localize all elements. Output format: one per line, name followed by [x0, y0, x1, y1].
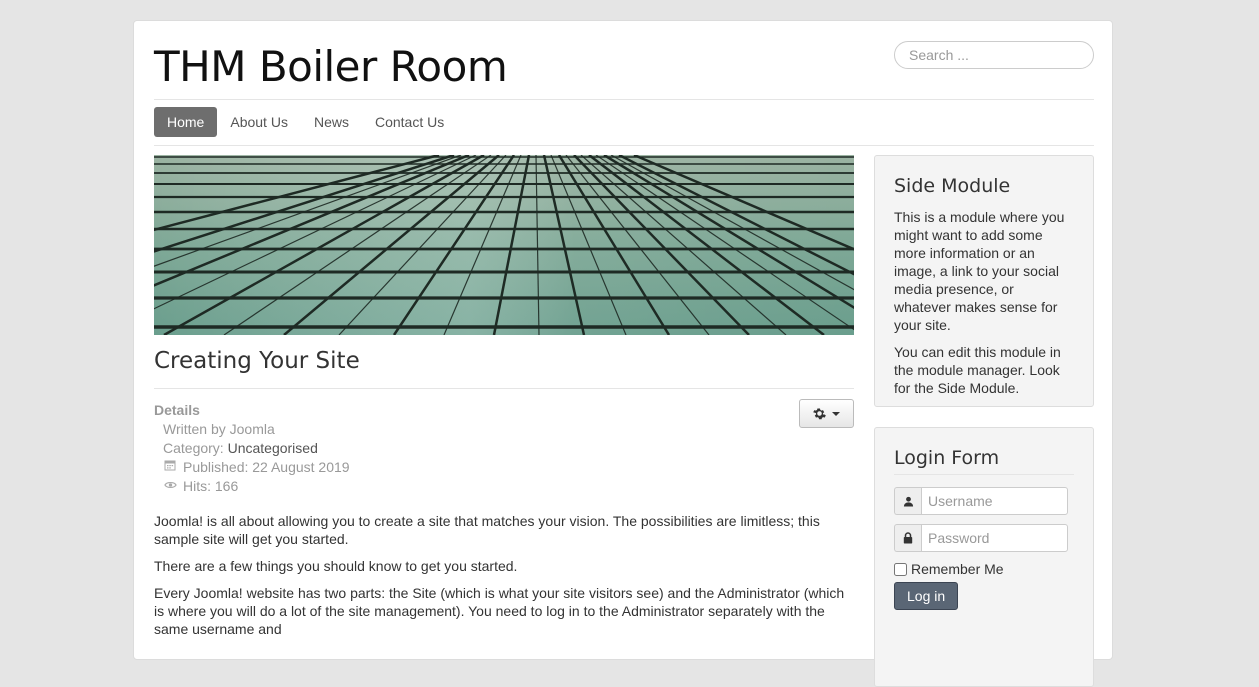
- login-button[interactable]: Log in: [894, 582, 959, 610]
- side-module-paragraph: You can edit this module in the module m…: [894, 344, 1061, 396]
- nav-item-home[interactable]: Home: [154, 107, 218, 137]
- nav-item-about-us[interactable]: About Us: [217, 107, 301, 137]
- nav-item-contact-us[interactable]: Contact Us: [362, 107, 457, 137]
- search-input[interactable]: [894, 41, 1094, 69]
- password-row: [894, 524, 1068, 552]
- details-heading: Details: [154, 402, 200, 418]
- article-tools-button[interactable]: [799, 399, 854, 428]
- banner-image: [154, 155, 854, 335]
- article-paragraph: There are a few things you should know t…: [154, 558, 518, 574]
- site-title[interactable]: THM Boiler Room: [154, 41, 508, 93]
- remember-me-checkbox[interactable]: [894, 562, 907, 576]
- details-author: Written by Joomla: [154, 420, 350, 439]
- chevron-down-icon: [832, 411, 840, 416]
- lock-icon: [894, 524, 921, 552]
- nav-divider: [154, 145, 1094, 146]
- article-paragraph: Joomla! is all about allowing you to cre…: [154, 513, 820, 547]
- author-text: Written by Joomla: [163, 421, 275, 437]
- user-icon: [894, 487, 921, 515]
- side-module-paragraph: This is a module where you might want to…: [894, 209, 1065, 333]
- details-category: Category: Uncategorised: [154, 439, 350, 458]
- nav-item-news[interactable]: News: [301, 107, 362, 137]
- login-form-title: Login Form: [894, 446, 1074, 475]
- page-container: THM Boiler Room Home About Us News Conta…: [133, 20, 1113, 687]
- article-body: Joomla! is all about allowing you to cre…: [154, 512, 854, 647]
- category-link[interactable]: Uncategorised: [228, 440, 318, 456]
- article-title[interactable]: Creating Your Site: [154, 347, 360, 375]
- header-divider: [154, 99, 1094, 100]
- eye-icon: [163, 477, 177, 496]
- remember-me-label: Remember Me: [911, 561, 1004, 577]
- article-title-divider: [154, 388, 854, 389]
- details-published: Published: 22 August 2019: [154, 458, 350, 477]
- article-details: Details Written by Joomla Category: Unca…: [154, 401, 350, 496]
- gear-icon: [813, 408, 826, 420]
- hits-text: Hits: 166: [183, 478, 239, 494]
- category-label: Category:: [163, 440, 228, 456]
- details-hits: Hits: 166: [154, 477, 350, 496]
- article-paragraph: Every Joomla! website has two parts: the…: [154, 585, 845, 637]
- side-module-title: Side Module: [894, 175, 1011, 197]
- main-nav: Home About Us News Contact Us: [154, 107, 457, 137]
- password-input[interactable]: [921, 524, 1068, 552]
- username-input[interactable]: [921, 487, 1068, 515]
- side-module: Side Module This is a module where you m…: [874, 155, 1094, 407]
- login-form-module: Login Form Remember Me Log in: [874, 427, 1094, 687]
- username-row: [894, 487, 1068, 515]
- remember-me: Remember Me: [894, 561, 1074, 577]
- calendar-icon: [163, 458, 177, 477]
- glass-grid-pattern: [154, 155, 854, 335]
- published-text: Published: 22 August 2019: [183, 459, 350, 475]
